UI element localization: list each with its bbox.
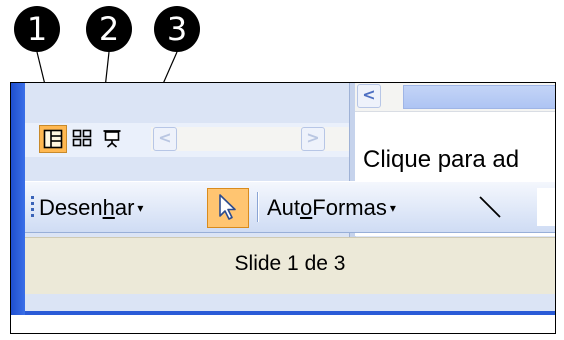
callout-badge-1: 1: [14, 6, 60, 52]
normal-view-button[interactable]: [39, 125, 67, 153]
chevron-left-icon[interactable]: <: [357, 84, 381, 108]
view-buttons-bar: < >: [25, 123, 349, 157]
toolbar-separator: [257, 192, 259, 222]
bottom-horizontal-scrollbar[interactable]: < >: [151, 127, 349, 151]
select-objects-button[interactable]: [207, 188, 249, 228]
slide-sorter-view-button[interactable]: [69, 125, 95, 151]
callout-badge-3: 3: [154, 6, 200, 52]
chevron-left-icon[interactable]: <: [153, 127, 177, 151]
draw-label-hotkey: h: [102, 195, 115, 220]
draw-label-post: ar: [114, 195, 135, 220]
autoshapes-label-hotkey: o: [300, 195, 313, 220]
toolbar-grip[interactable]: [31, 196, 34, 220]
toolbar-overflow[interactable]: [537, 188, 555, 226]
chevron-right-icon[interactable]: >: [301, 127, 325, 151]
status-bar: Slide 1 de 3: [25, 237, 555, 294]
autoshapes-menu-button[interactable]: AutoFormas ▾: [267, 195, 396, 221]
autoshapes-label-pre: Aut: [267, 195, 301, 220]
callout-badge-2: 2: [86, 6, 132, 52]
slide-sorter-view-icon: [72, 129, 92, 147]
drawing-toolbar: Desenhar ▾ AutoFormas ▾: [25, 181, 555, 233]
screenshot-frame: < Clique para ad < > Desenhar ▾ AutoForm…: [10, 82, 556, 334]
window-border: [11, 83, 25, 315]
autoshapes-label-post: Formas: [312, 195, 387, 220]
slideshow-view-button[interactable]: [99, 125, 125, 151]
slide-counter: Slide 1 de 3: [234, 252, 346, 275]
top-horizontal-scrollbar[interactable]: <: [355, 83, 555, 112]
normal-view-icon: [43, 129, 63, 149]
scrollbar-thumb[interactable]: [403, 85, 555, 109]
chevron-down-icon: ▾: [389, 201, 396, 215]
notes-placeholder[interactable]: Clique para ad: [363, 146, 519, 174]
slideshow-view-icon: [103, 130, 121, 148]
powerpoint-window: < Clique para ad < > Desenhar ▾ AutoForm…: [11, 83, 555, 315]
draw-label-pre: Desen: [39, 195, 103, 220]
chevron-down-icon: ▾: [137, 201, 144, 215]
draw-menu-button[interactable]: Desenhar ▾: [39, 195, 143, 221]
line-tool-icon[interactable]: [477, 194, 503, 220]
arrow-pointer-icon: [219, 194, 236, 220]
